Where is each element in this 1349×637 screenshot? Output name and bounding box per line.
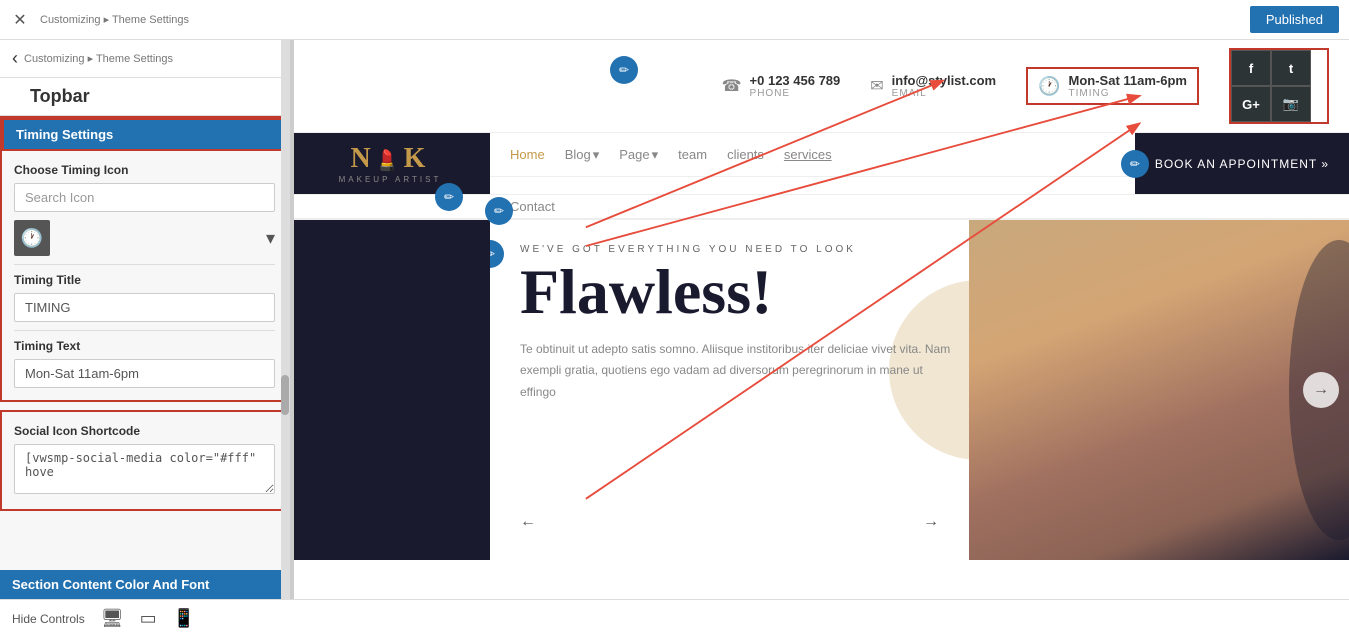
site-nav-container: N💄K MAKEUP ARTIST ✏ Home Blog ▾ Page ▾ t… xyxy=(290,133,1349,195)
twitter-icon-btn[interactable]: t xyxy=(1271,50,1311,86)
arrow-right-btn[interactable]: → xyxy=(913,504,949,540)
mobile-view-icon[interactable]: 📱 xyxy=(173,608,195,629)
gplus-icon-btn[interactable]: G+ xyxy=(1231,86,1271,122)
icon-selector: 🕐 ▾ xyxy=(14,220,275,256)
edit-pencil-logo[interactable]: ✏ xyxy=(435,183,463,211)
social-icon-label: Social Icon Shortcode xyxy=(14,424,275,438)
hero-subtitle: WE'VE GOT EVERYTHING YOU NEED TO LOOK xyxy=(520,244,1319,255)
hero-title: Flawless! xyxy=(520,263,1319,321)
divider-1 xyxy=(14,264,275,265)
site-topbar: ✏ ☎ +0 123 456 789 PHONE ✉ info@stylis xyxy=(290,40,1349,133)
breadcrumb-panel: Customizing ▸ Theme Settings xyxy=(24,52,173,65)
search-icon-input[interactable] xyxy=(14,183,275,212)
email-address: info@stylist.com xyxy=(892,73,996,88)
left-panel: ‹ Customizing ▸ Theme Settings Topbar Ti… xyxy=(0,40,290,599)
arrow-left-btn[interactable]: ← xyxy=(510,504,546,540)
choose-icon-label: Choose Timing Icon xyxy=(14,163,275,177)
top-bar: ✕ Customizing ▸ Theme Settings Published xyxy=(0,0,1349,40)
blog-chevron: ▾ xyxy=(593,147,600,163)
timing-text-label: Timing Text xyxy=(14,339,275,353)
edit-pencil-contact-nav[interactable]: ✏ xyxy=(485,197,513,225)
published-button[interactable]: Published xyxy=(1250,6,1339,33)
nav-team[interactable]: team xyxy=(678,147,707,162)
tablet-view-icon[interactable]: ▭ xyxy=(140,608,157,629)
divider-2 xyxy=(14,330,275,331)
close-button[interactable]: ✕ xyxy=(10,10,30,30)
timing-text-input[interactable] xyxy=(14,359,275,388)
panel-header: ‹ Customizing ▸ Theme Settings xyxy=(0,40,289,78)
nav-home[interactable]: Home xyxy=(510,147,545,162)
edit-pencil-topbar[interactable]: ✏ xyxy=(610,56,638,84)
page-chevron: ▾ xyxy=(652,147,659,163)
edit-pencil-nav[interactable]: ✏ xyxy=(1121,150,1149,178)
site-sidebar-dark xyxy=(290,220,490,560)
logo-letters: N💄K xyxy=(339,143,442,175)
preview-area: ✏ ☎ +0 123 456 789 PHONE ✉ info@stylis xyxy=(290,40,1349,599)
hero-content: ✏ WE'VE GOT EVERYTHING YOU NEED TO LOOK … xyxy=(490,220,1349,560)
app-container: ✕ Customizing ▸ Theme Settings Published… xyxy=(0,0,1349,637)
social-icon-content: Social Icon Shortcode [vwsmp-social-medi… xyxy=(2,412,287,509)
timing-settings-content: Choose Timing Icon 🕐 ▾ Timing Title Ti xyxy=(2,151,287,400)
panel-divider xyxy=(290,40,294,599)
phone-label: PHONE xyxy=(750,88,841,99)
main-area: ‹ Customizing ▸ Theme Settings Topbar Ti… xyxy=(0,40,1349,599)
timing-title-label: Timing Title xyxy=(14,273,275,287)
panel-title: Topbar xyxy=(0,78,289,116)
email-label: EMAIL xyxy=(892,88,996,99)
panel-scrollbar[interactable] xyxy=(281,40,289,599)
site-hero: ✏ WE'VE GOT EVERYTHING YOU NEED TO LOOK … xyxy=(290,220,1349,560)
social-icons-box: f t G+ 📷 xyxy=(1229,48,1329,124)
timing-settings-box: Timing Settings Choose Timing Icon 🕐 ▾ T… xyxy=(0,116,289,402)
social-icon-shortcode-input[interactable]: [vwsmp-social-media color="#fff" hove xyxy=(14,444,275,494)
timing-clock-icon: 🕐 xyxy=(1038,76,1060,97)
icon-dropdown-arrow[interactable]: ▾ xyxy=(266,228,275,249)
instagram-icon-btn[interactable]: 📷 xyxy=(1271,86,1311,122)
section-content-bar[interactable]: Section Content Color And Font xyxy=(0,570,289,599)
nav-services[interactable]: services xyxy=(784,147,832,162)
back-arrow-icon[interactable]: ‹ xyxy=(12,48,18,69)
logo-subtitle: MAKEUP ARTIST xyxy=(339,175,442,184)
nav-clients[interactable]: clients xyxy=(727,147,764,162)
nav-contact[interactable]: Contact xyxy=(510,199,555,214)
bottom-bar: Hide Controls 🖥 ▭ 📱 xyxy=(0,599,1349,637)
site-logo: N💄K MAKEUP ARTIST xyxy=(290,133,490,194)
website-preview: ✏ ☎ +0 123 456 789 PHONE ✉ info@stylis xyxy=(290,40,1349,599)
panel-scrollbar-thumb xyxy=(281,375,289,415)
desktop-view-icon[interactable]: 🖥 xyxy=(101,608,124,629)
email-icon: ✉ xyxy=(870,76,883,96)
hide-controls-label[interactable]: Hide Controls xyxy=(12,612,85,626)
phone-icon: ☎ xyxy=(722,76,742,96)
social-icon-box: Social Icon Shortcode [vwsmp-social-medi… xyxy=(0,410,289,511)
clock-icon-preview: 🕐 xyxy=(14,220,50,256)
email-contact: ✉ info@stylist.com EMAIL xyxy=(870,73,996,99)
timing-settings-header: Timing Settings xyxy=(2,118,287,151)
book-appointment-area: ✏ BOOK AN APPOINTMENT » xyxy=(1135,133,1349,194)
book-appointment-btn[interactable]: BOOK AN APPOINTMENT » xyxy=(1155,157,1329,171)
nav-page[interactable]: Page ▾ xyxy=(619,147,658,163)
nav-blog[interactable]: Blog ▾ xyxy=(565,147,600,163)
timing-title-input[interactable] xyxy=(14,293,275,322)
timing-text-display: Mon-Sat 11am-6pm xyxy=(1069,73,1187,88)
hero-text: WE'VE GOT EVERYTHING YOU NEED TO LOOK Fl… xyxy=(520,244,1319,403)
hero-body: Te obtinuit ut adepto satis somno. Aliis… xyxy=(520,339,960,404)
phone-contact: ☎ +0 123 456 789 PHONE xyxy=(722,73,841,99)
facebook-icon-btn[interactable]: f xyxy=(1231,50,1271,86)
timing-label: TIMING xyxy=(1069,88,1187,99)
panel-content: Timing Settings Choose Timing Icon 🕐 ▾ T… xyxy=(0,116,289,599)
site-nav: Home Blog ▾ Page ▾ team clients services xyxy=(490,133,1135,177)
phone-number: +0 123 456 789 xyxy=(750,73,841,88)
timing-contact: 🕐 Mon-Sat 11am-6pm TIMING xyxy=(1026,67,1199,105)
edit-pencil-hero[interactable]: ✏ xyxy=(490,240,504,268)
breadcrumb: Customizing ▸ Theme Settings xyxy=(40,13,189,26)
